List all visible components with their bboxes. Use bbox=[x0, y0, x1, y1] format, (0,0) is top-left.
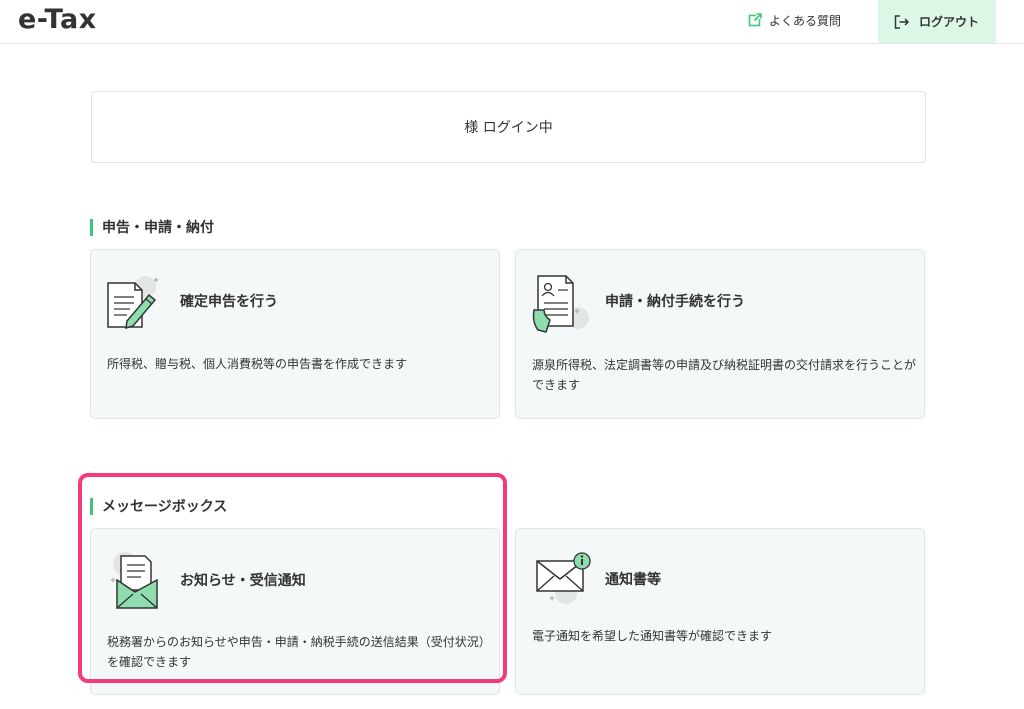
external-link-icon bbox=[748, 13, 762, 27]
envelope-letter-icon bbox=[110, 552, 158, 609]
card-title: お知らせ・受信通知 bbox=[180, 573, 306, 589]
section-title-filing: 申告・申請・納付 bbox=[90, 217, 214, 237]
document-pen-icon bbox=[107, 276, 159, 330]
card-notification-documents[interactable]: 通知書等 電子通知を希望した通知書等が確認できます bbox=[515, 528, 925, 695]
etax-logo[interactable]: e-Tax bbox=[18, 4, 97, 35]
card-description: 所得税、贈与税、個人消費税等の申告書を作成できます bbox=[107, 357, 408, 371]
section-accent-bar bbox=[90, 497, 93, 515]
section-title-message-box: メッセージボックス bbox=[90, 496, 227, 516]
section-title-text: 申告・申請・納付 bbox=[102, 220, 214, 236]
header: e-Tax よくある質問 ログアウト bbox=[0, 0, 1024, 44]
card-description: 電子通知を希望した通知書等が確認できます bbox=[532, 629, 773, 643]
card-description: 源泉所得税、法定調書等の申請及び納税証明書の交付請求を行うことができます bbox=[532, 358, 917, 392]
card-title: 申請・納付手続を行う bbox=[605, 294, 745, 310]
login-status-text: 様 ログイン中 bbox=[464, 120, 553, 136]
section-title-text: メッセージボックス bbox=[102, 499, 228, 515]
faq-label: よくある質問 bbox=[769, 13, 842, 28]
section-accent-bar bbox=[90, 218, 93, 236]
card-title: 通知書等 bbox=[605, 572, 661, 588]
card-notices[interactable]: お知らせ・受信通知 税務署からのお知らせや申告・申請・納税手続の送信結果（受付状… bbox=[90, 528, 500, 695]
card-application-payment[interactable]: 申請・納付手続を行う 源泉所得税、法定調書等の申請及び納税証明書の交付請求を行う… bbox=[515, 249, 925, 419]
login-status-box: 様 ログイン中 bbox=[91, 91, 926, 163]
envelope-info-icon bbox=[536, 552, 591, 604]
faq-link[interactable]: よくある質問 bbox=[748, 8, 841, 32]
logout-icon bbox=[894, 14, 910, 29]
certificate-hand-icon bbox=[532, 275, 589, 333]
card-description: 税務署からのお知らせや申告・申請・納税手続の送信結果（受付状況）を確認できます bbox=[107, 635, 491, 669]
card-title: 確定申告を行う bbox=[180, 294, 278, 310]
logout-label: ログアウト bbox=[919, 15, 980, 29]
logout-button[interactable]: ログアウト bbox=[878, 0, 996, 43]
card-tax-return[interactable]: 確定申告を行う 所得税、贈与税、個人消費税等の申告書を作成できます bbox=[90, 249, 500, 419]
